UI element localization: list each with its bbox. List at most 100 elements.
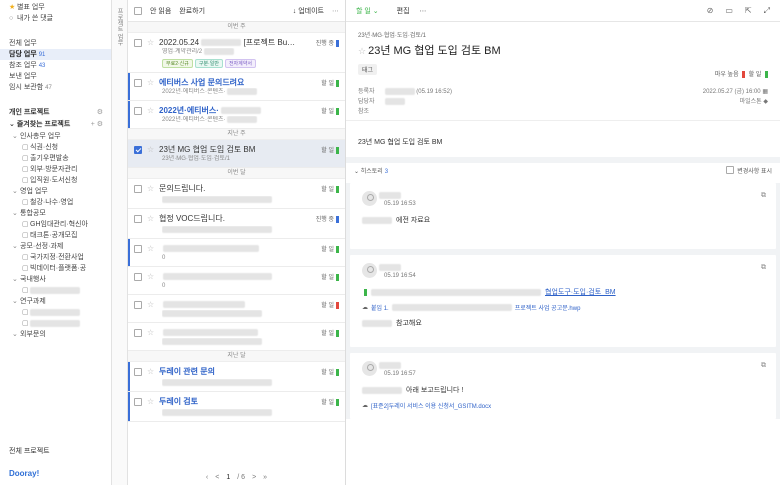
sidebar-item-all-projects[interactable]: 전체 프로젝트 bbox=[9, 446, 50, 456]
project-folder[interactable]: ⌄ 외부문의 bbox=[0, 329, 111, 340]
star-icon[interactable]: ☆ bbox=[147, 328, 156, 337]
task-checkbox[interactable] bbox=[134, 397, 142, 406]
last-page-button[interactable]: » bbox=[263, 474, 267, 481]
comment-link[interactable]: 협업도구·도입·검토_BM bbox=[545, 287, 616, 297]
status-dropdown[interactable]: 할 일 ⌄ bbox=[356, 6, 379, 16]
sort-update-button[interactable]: ↓ 업데이트 bbox=[293, 6, 324, 16]
task-row[interactable]: ☆ 문의드립니다. 할 일 bbox=[128, 179, 345, 209]
task-checkbox[interactable] bbox=[134, 244, 142, 253]
prev-page-button[interactable]: < bbox=[215, 474, 219, 481]
project-folder[interactable]: ⌄ 통합공모 bbox=[0, 208, 111, 219]
star-icon[interactable]: ☆ bbox=[147, 397, 156, 406]
task-checkbox[interactable] bbox=[134, 145, 142, 154]
project-folder[interactable]: ⌄ 영업 업무 bbox=[0, 186, 111, 197]
expand-icon[interactable]: ⤢ bbox=[764, 6, 770, 16]
add-project-icon[interactable]: + ⚙ bbox=[91, 119, 103, 131]
task-checkbox[interactable] bbox=[134, 214, 142, 223]
sidebar-item-my-comments[interactable]: ○ 내가 쓴 댓글 bbox=[0, 13, 111, 24]
show-changes-toggle[interactable]: 변경사항 표시 bbox=[726, 166, 772, 175]
project-folder[interactable]: ⌄ 공모·선정·과제 bbox=[0, 241, 111, 252]
copy-icon[interactable]: ⧉ bbox=[761, 192, 766, 200]
complete-button[interactable]: 완료하기 bbox=[179, 6, 205, 16]
open-new-window-icon[interactable]: ⇱ bbox=[745, 6, 752, 16]
task-checkbox[interactable] bbox=[134, 38, 142, 47]
project-folder[interactable]: ⌄ 연구과제 bbox=[0, 296, 111, 307]
unread-filter-button[interactable]: 안 읽음 bbox=[150, 6, 171, 16]
project-folder[interactable]: ⌄ 인사총무 업무 bbox=[0, 131, 111, 142]
project-item[interactable]: ▢외부·방문자관리 bbox=[0, 164, 111, 175]
task-checkbox[interactable] bbox=[134, 184, 142, 193]
task-row[interactable]: ☆ 할 일 0 bbox=[128, 239, 345, 267]
task-checkbox[interactable] bbox=[134, 78, 142, 87]
task-checkbox[interactable] bbox=[134, 328, 142, 337]
project-item[interactable]: ▢GH임대관리·혁신아 bbox=[0, 219, 111, 230]
sidebar-item-sent-tasks[interactable]: 보낸 업무 bbox=[0, 71, 111, 82]
task-checkbox[interactable] bbox=[134, 300, 142, 309]
screen-icon[interactable]: ▭ bbox=[725, 6, 733, 16]
priority-status[interactable]: 마우 높음 할 일 bbox=[715, 69, 768, 78]
project-folder[interactable]: ⌄ 국내행사 bbox=[0, 274, 111, 285]
project-item[interactable]: ▢철강·나수·영업 bbox=[0, 197, 111, 208]
personal-projects-header[interactable]: 개인 프로젝트 ⚙ bbox=[0, 107, 111, 119]
task-checkbox[interactable] bbox=[134, 272, 142, 281]
star-icon[interactable]: ☆ bbox=[147, 244, 156, 253]
task-row[interactable]: ☆ 두레이 관련 문의 할 일 bbox=[128, 362, 345, 392]
task-row[interactable]: ☆ 협정 VOC드립니다. 진행 중 bbox=[128, 209, 345, 239]
current-page[interactable]: 1 bbox=[226, 474, 230, 481]
label-chip[interactable]: 구분·일반 bbox=[194, 59, 223, 68]
task-row[interactable]: ☆ 두레이 검토 할 일 bbox=[128, 392, 345, 422]
show-changes-checkbox[interactable] bbox=[726, 166, 735, 174]
project-item[interactable]: ▢국가지정·전환사업 bbox=[0, 252, 111, 263]
project-strip[interactable]: 프로젝트 업무 bbox=[112, 0, 128, 485]
tag-button[interactable]: 태그 bbox=[358, 64, 378, 75]
copy-icon[interactable]: ⧉ bbox=[761, 362, 766, 370]
project-item[interactable]: ▢ bbox=[0, 318, 111, 329]
attachment-link[interactable]: 프로젝트 사업 공고문.hwp bbox=[515, 303, 581, 312]
task-row[interactable]: ☆ 에티버스 사업 문의드려요 할 일 2022년·에티버스·콘텐츠· bbox=[128, 73, 345, 101]
sidebar-item-all-tasks[interactable]: 전체 업무 bbox=[0, 38, 111, 49]
link-icon[interactable]: ⊘ bbox=[707, 6, 714, 16]
star-icon[interactable]: ☆ bbox=[147, 367, 156, 376]
project-item[interactable]: ▢출기우편발송 bbox=[0, 153, 111, 164]
more-options-icon[interactable]: ⋯ bbox=[420, 7, 427, 15]
attachment-link[interactable]: [표준2]두레이 서비스 이용 신청서_GSITM.docx bbox=[371, 401, 491, 410]
gear-icon[interactable]: ⚙ bbox=[97, 107, 103, 119]
task-row[interactable]: ☆ 할 일 bbox=[128, 295, 345, 323]
label-chip[interactable]: 무료2·신규 bbox=[162, 59, 193, 68]
label-chip[interactable]: 전자계약서 bbox=[224, 59, 256, 68]
sidebar-item-assigned-tasks[interactable]: 담당 업무 91 bbox=[0, 49, 111, 60]
star-icon[interactable]: ☆ bbox=[147, 145, 156, 154]
project-item[interactable]: ▢입직원·도서신청 bbox=[0, 175, 111, 186]
star-icon[interactable]: ☆ bbox=[147, 38, 156, 47]
copy-icon[interactable]: ⧉ bbox=[761, 264, 766, 272]
star-icon[interactable]: ☆ bbox=[358, 46, 366, 56]
star-icon[interactable]: ☆ bbox=[147, 214, 156, 223]
project-item[interactable]: ▢태크톤·공개모집 bbox=[0, 230, 111, 241]
project-item[interactable]: ▢식권·신청 bbox=[0, 142, 111, 153]
history-toggle[interactable]: ⌄ 히스토리 3 bbox=[354, 166, 388, 175]
project-item[interactable]: ▢빅데이터·플랫폼·공 bbox=[0, 263, 111, 274]
task-row[interactable]: ☆ 할 일 0 bbox=[128, 267, 345, 295]
task-checkbox[interactable] bbox=[134, 106, 142, 115]
task-checkbox[interactable] bbox=[134, 367, 142, 376]
more-icon[interactable]: ⋯ bbox=[332, 7, 339, 15]
sidebar-item-starred[interactable]: ★ 별표 업무 bbox=[0, 2, 111, 13]
star-icon[interactable]: ☆ bbox=[147, 184, 156, 193]
star-icon[interactable]: ☆ bbox=[147, 300, 156, 309]
task-row[interactable]: ☆ 2022년·에티버스· 할 일 2022년·에티버스·콘텐츠· bbox=[128, 101, 345, 129]
task-row[interactable]: ☆ 할 일 bbox=[128, 323, 345, 351]
edit-button[interactable]: 편집 bbox=[397, 6, 410, 16]
breadcrumb[interactable]: 23년·MG·협업·도입·검토/1 bbox=[358, 30, 768, 39]
star-icon[interactable]: ☆ bbox=[147, 78, 156, 87]
project-item[interactable]: ▢ bbox=[0, 307, 111, 318]
sidebar-item-drafts[interactable]: 임시 보관함 47 bbox=[0, 82, 111, 93]
task-row[interactable]: ☆ 23년 MG 협업 도입 검토 BM 할 일 23년·MG·협업·도입·검토/1 bbox=[128, 140, 345, 168]
due-date[interactable]: 2022.05.27 (금) 16:00 ▦ 마일스톤 ◆ bbox=[703, 87, 768, 105]
first-page-button[interactable]: ‹ bbox=[206, 474, 208, 481]
favorite-projects-header[interactable]: ⌄ 즐겨찾는 프로젝트 + ⚙ bbox=[0, 119, 111, 131]
task-row[interactable]: ☆ 2022.05.24 [프로젝트 Bu… 진행 중 영업·계약관리/2 무료2·신… bbox=[128, 33, 345, 73]
star-icon[interactable]: ☆ bbox=[147, 106, 156, 115]
star-icon[interactable]: ☆ bbox=[147, 272, 156, 281]
project-item[interactable]: ▢ bbox=[0, 285, 111, 296]
select-all-checkbox[interactable] bbox=[134, 6, 142, 15]
